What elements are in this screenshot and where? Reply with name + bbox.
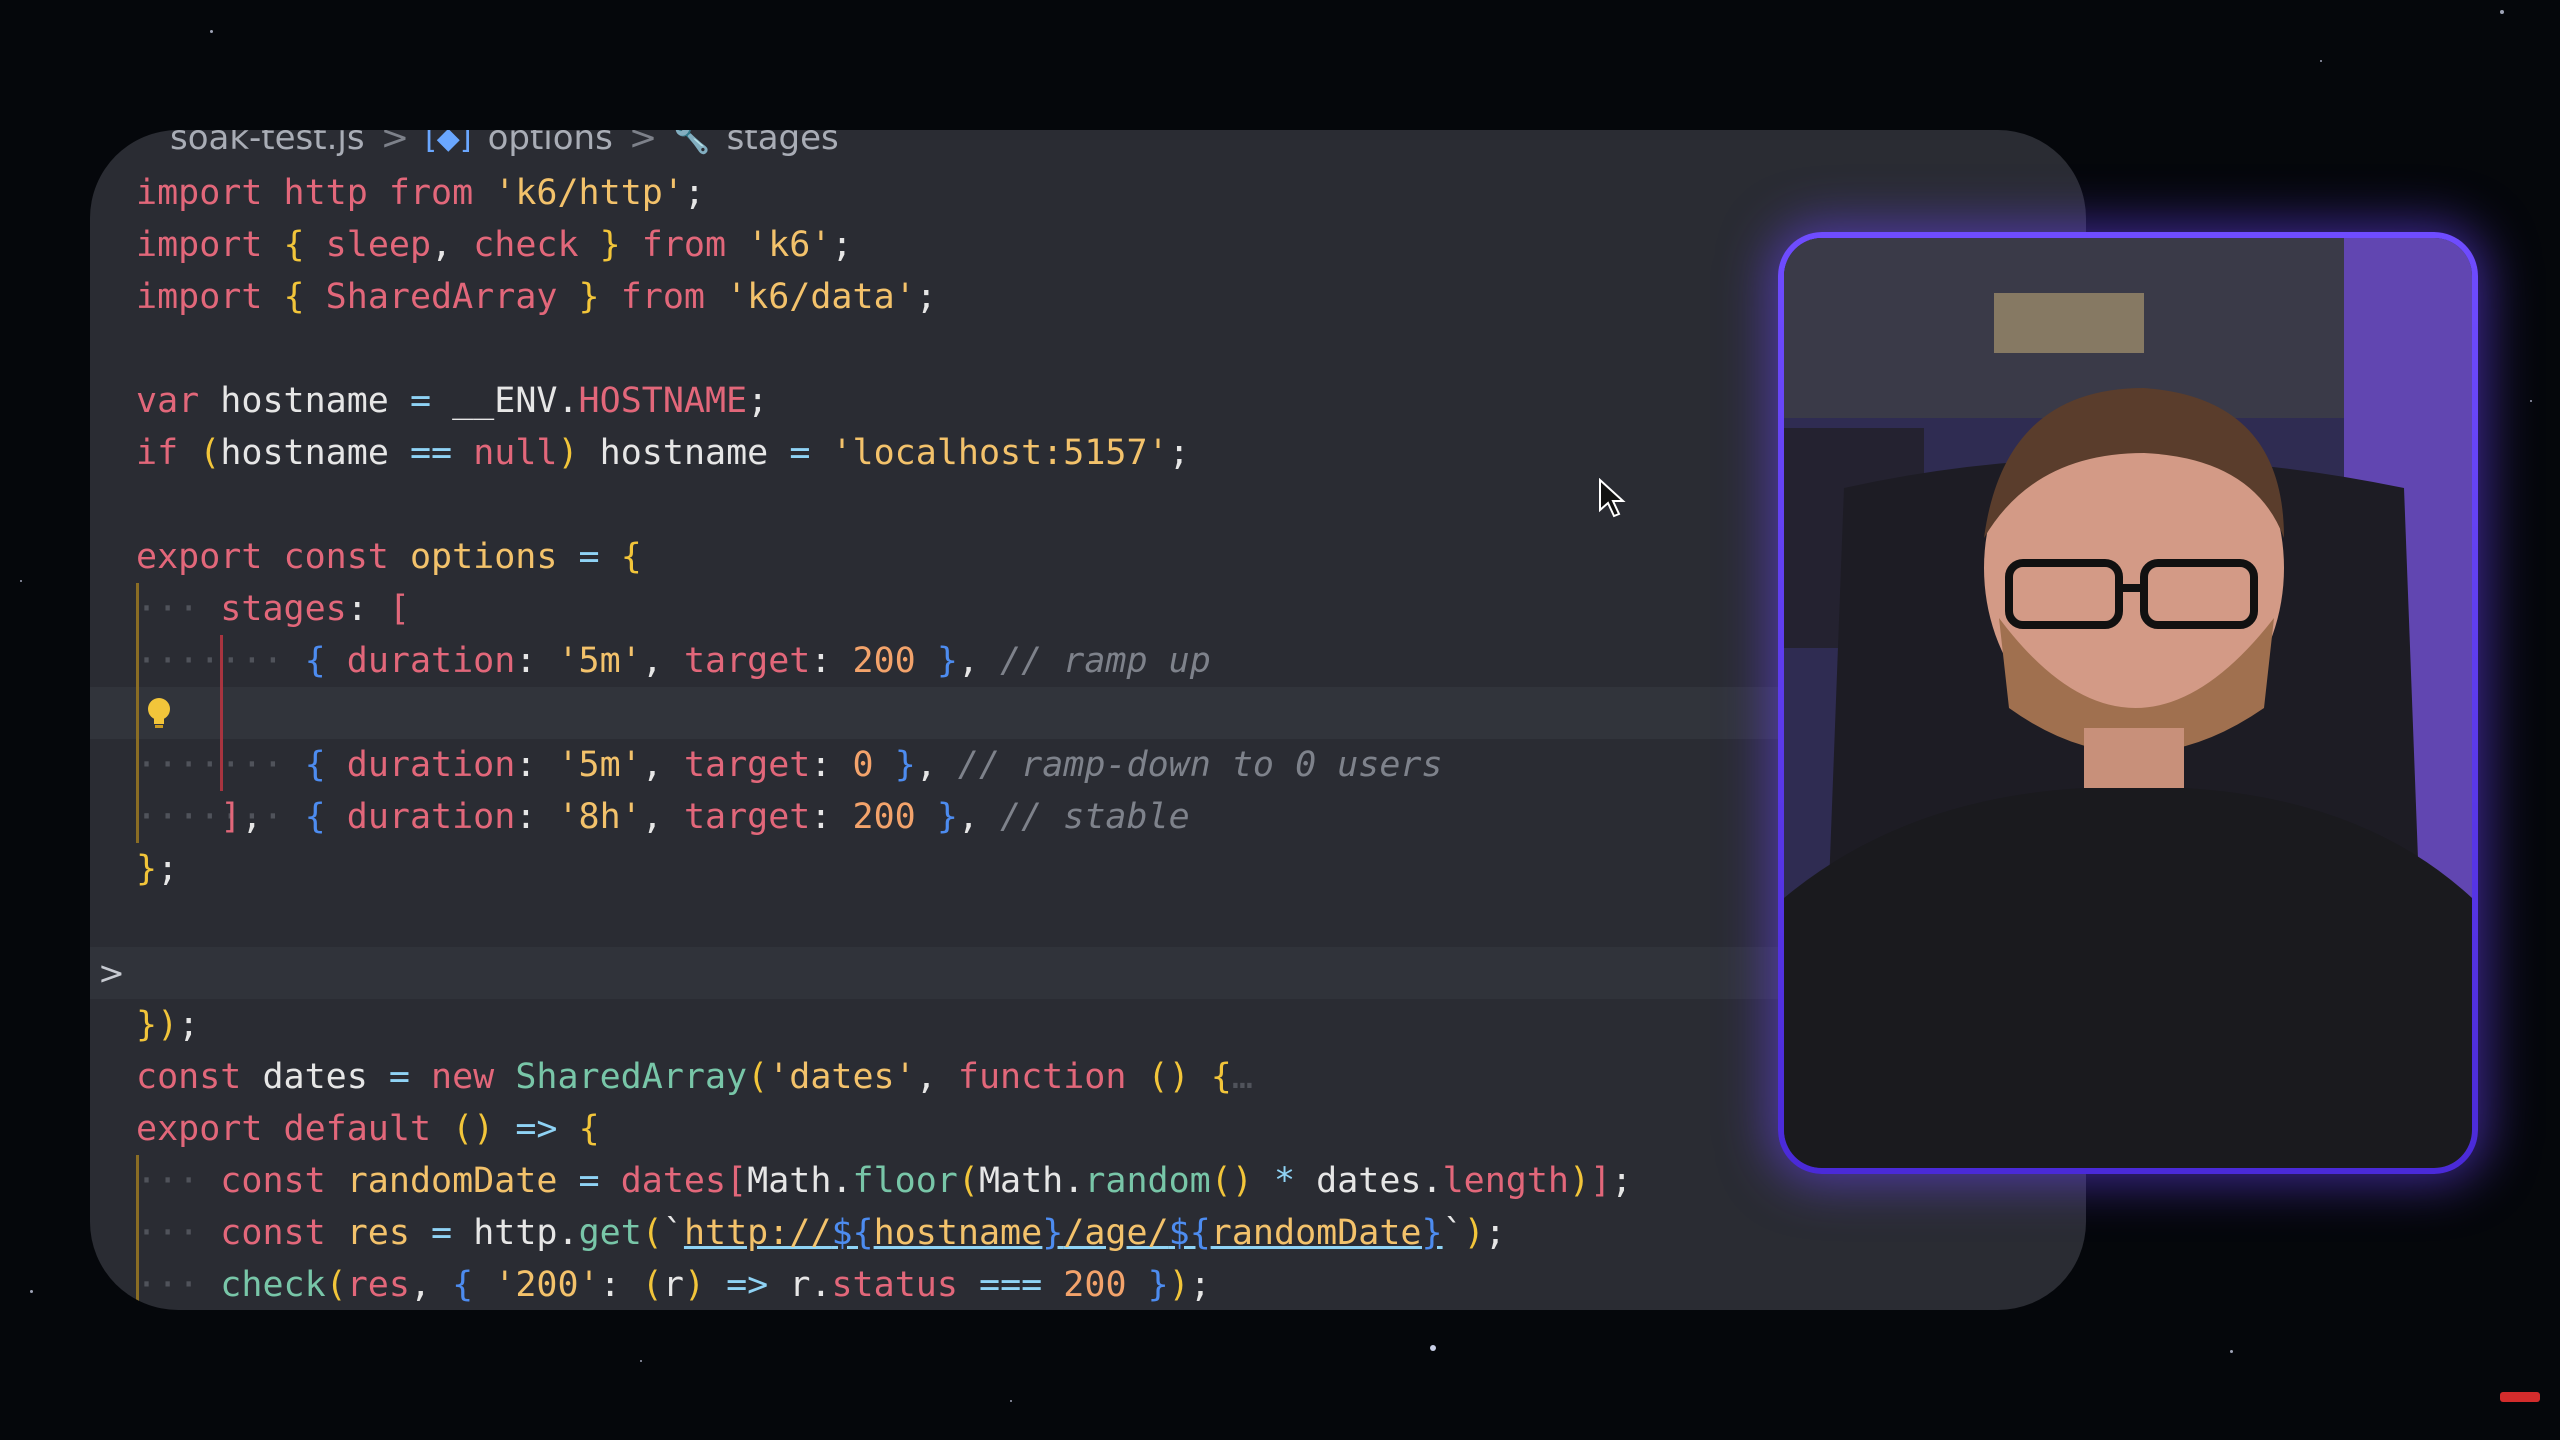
code-line: ··· check(res, { '200': (r) => r.status … (136, 1265, 1211, 1305)
indent-guide (136, 1155, 139, 1310)
presenter-webcam (1784, 238, 2472, 1168)
webcam-frame (1778, 232, 2478, 1174)
code-line: ··· const res = http.get(`http://${hostn… (136, 1213, 1506, 1253)
indent-guide (220, 635, 223, 791)
mouse-cursor-icon (1599, 478, 1626, 518)
indent-guide (136, 583, 139, 843)
subscribe-badge[interactable] (2500, 1392, 2540, 1402)
presenter-illustration (1784, 238, 2472, 1168)
chevron-right-icon[interactable]: > (98, 947, 125, 999)
lightbulb-icon[interactable] (146, 697, 172, 729)
code-line: import http from 'k6/http'; (136, 173, 705, 213)
